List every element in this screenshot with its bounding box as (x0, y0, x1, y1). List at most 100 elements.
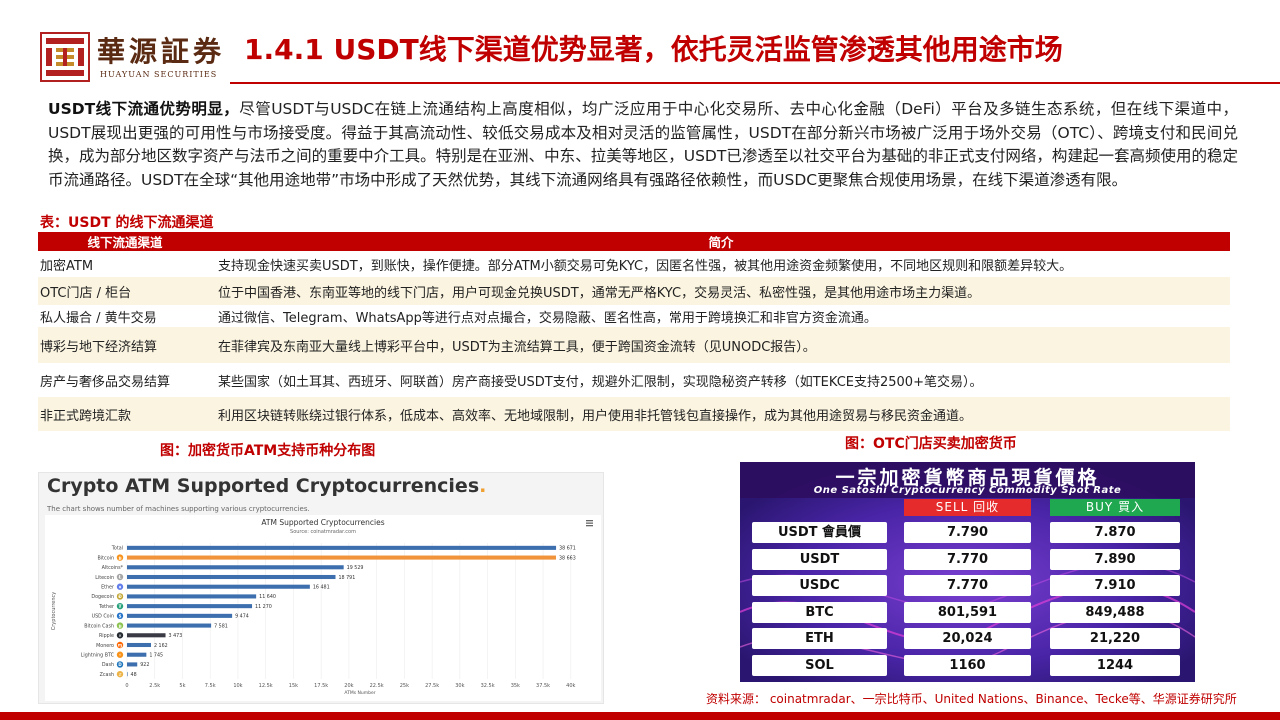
otc-price-board: 一宗加密貨幣商品現貨價格 One Satoshi Cryptocurrency … (740, 462, 1195, 682)
atm-bar (127, 565, 344, 570)
atm-x-tick-label: 2.5k (149, 683, 160, 689)
intro-lead: USDT线下流通优势明显， (48, 100, 240, 118)
otc-row-name: ETH (752, 628, 887, 649)
figure-caption-otc: 图：OTC门店买卖加密货币 (845, 436, 1017, 452)
otc-row-buy: 7.870 (1050, 522, 1180, 543)
otc-row-name: USDC (752, 575, 887, 596)
atm-category-label: Bitcoin (98, 555, 114, 561)
atm-x-tick-label: 20k (344, 683, 353, 689)
atm-bar-value-label: 19 529 (347, 565, 364, 571)
otc-row-sell: 7.770 (904, 575, 1031, 596)
atm-category-label: Lightning BTC (81, 653, 115, 659)
otc-buy-header: BUY 買入 (1050, 499, 1180, 516)
intro-paragraph: USDT线下流通优势明显，尽管USDT与USDC在链上流通结构上高度相似，均广泛… (48, 98, 1238, 192)
atm-x-tick-label: 27.5k (425, 683, 439, 689)
atm-bar (127, 584, 310, 589)
atm-bar (127, 633, 166, 638)
atm-category-label: USD Coin (92, 614, 114, 620)
source-note: 资料来源： coinatmradar、一宗比特币、United Nations、… (706, 692, 1237, 706)
table-header-row: 线下流通渠道 简介 (38, 232, 1230, 251)
atm-bar (127, 613, 233, 618)
atm-x-tick-label: 37.5k (536, 683, 550, 689)
table-caption: 表：USDT 的线下流通渠道 (40, 215, 214, 231)
otc-row-name: SOL (752, 654, 887, 676)
atm-x-tick-label: 10k (233, 683, 242, 689)
atm-bar (127, 642, 151, 648)
coin-icon-glyph: $ (119, 614, 122, 619)
otc-row-sell: 20,024 (904, 628, 1031, 649)
coin-icon-glyph: ℤ (118, 672, 121, 677)
table-cell-channel: 非正式跨境汇款 (38, 397, 212, 431)
otc-row-buy: 7.910 (1050, 575, 1180, 596)
atm-bar-value-label: 2 162 (154, 643, 168, 649)
table-cell-channel: 房产与奢侈品交易结算 (38, 363, 212, 397)
atm-category-label: Litecoin (95, 575, 114, 581)
bottom-bar (0, 712, 1280, 720)
atm-x-tick-label: 22.5k (370, 683, 384, 689)
atm-bar-value-label: 38 663 (559, 555, 576, 561)
atm-x-tick-label: 7.5k (205, 683, 216, 689)
atm-chart-title: ATM Supported Cryptocurrencies (261, 518, 384, 527)
table-cell-desc: 支持现金快速买卖USDT，到账快，操作便捷。部分ATM小额交易可免KYC，因匿名… (212, 251, 1230, 277)
otc-row-name: BTC (752, 601, 887, 623)
coin-icon-glyph: ✕ (118, 633, 121, 638)
atm-category-label: Zcash (100, 672, 114, 678)
figure-caption-atm: 图：加密货币ATM支持币种分布图 (160, 443, 376, 459)
atm-bar-value-label: 7 581 (214, 623, 228, 629)
page-title: 1.4.1 USDT线下渠道优势显著，依托灵活监管渗透其他用途市场 (244, 33, 1063, 66)
atm-category-label: Altcoins* (102, 565, 124, 571)
otc-row-sell: 801,591 (904, 601, 1031, 623)
atm-bar (127, 574, 336, 580)
coin-icon-glyph: ♦ (118, 584, 122, 589)
channels-table: 线下流通渠道 简介 加密ATM 支持现金快速买卖USDT，到账快，操作便捷。部分… (38, 232, 1230, 431)
table-row: 博彩与地下经济结算 在菲律宾及东南亚大量线上博彩平台中，USDT为主流结算工具，… (38, 327, 1230, 363)
atm-category-label: Ripple (99, 633, 114, 639)
otc-row-buy: 849,488 (1050, 601, 1180, 623)
table-cell-desc: 位于中国香港、东南亚等地的线下门店，用户可现金兑换USDT，通常无严格KYC，交… (212, 277, 1230, 305)
atm-chart-heading: Crypto ATM Supported Cryptocurrencies. (47, 475, 486, 497)
atm-category-label: Ether (101, 585, 114, 591)
atm-bar-value-label: 16 481 (313, 585, 330, 591)
table-header-desc: 简介 (212, 232, 1230, 251)
logo-text-en: HUAYUAN SECURITIES (100, 70, 218, 79)
otc-title-en: One Satoshi Cryptocurrency Commodity Spo… (813, 485, 1122, 496)
table-row: 私人撮合 / 黄牛交易 通过微信、Telegram、WhatsApp等进行点对点… (38, 305, 1230, 327)
otc-row-buy: 1244 (1050, 654, 1180, 676)
otc-row-sell: 7.770 (904, 548, 1031, 570)
atm-bar-value-label: 11 640 (259, 594, 276, 600)
atm-bar (127, 594, 257, 599)
otc-sell-header: SELL 回收 (904, 499, 1031, 516)
atm-bar (127, 545, 557, 550)
atm-heading-text: Crypto ATM Supported Cryptocurrencies (47, 475, 480, 497)
atm-x-axis-label: ATMs Number (344, 690, 375, 696)
table-cell-desc: 在菲律宾及东南亚大量线上博彩平台中，USDT为主流结算工具，便于跨国资金流转（见… (212, 327, 1230, 363)
atm-chart-area: ATM Supported Cryptocurrencies Source: co… (45, 515, 601, 701)
atm-bar-value-label: 922 (140, 662, 149, 668)
otc-row-buy: 21,220 (1050, 628, 1180, 649)
table-cell-channel: 加密ATM (38, 251, 212, 277)
table-cell-desc: 利用区块链转账绕过银行体系，低成本、高效率、无地域限制，用户使用非托管钱包直接操… (212, 397, 1230, 431)
atm-bar (127, 662, 138, 667)
otc-row-name: USDT 會員價 (752, 522, 887, 543)
atm-x-tick-label: 15k (289, 683, 298, 689)
atm-category-label: Bitcoin Cash (84, 623, 114, 629)
atm-bar-value-label: 9 474 (235, 614, 249, 620)
atm-category-label: Total (111, 546, 123, 552)
table-cell-channel: 博彩与地下经济结算 (38, 327, 212, 363)
atm-x-tick-label: 5k (179, 683, 185, 689)
coin-icon-glyph: ₮ (119, 604, 122, 609)
atm-bar-value-label: 3 473 (169, 633, 183, 639)
atm-bar-value-label: 1 745 (149, 653, 163, 659)
atm-x-tick-label: 32.5k (481, 683, 495, 689)
otc-row-sell: 1160 (904, 654, 1031, 676)
huayuan-logo-icon (40, 32, 90, 82)
atm-x-tick-label: 12.5k (259, 683, 273, 689)
menu-icon[interactable] (586, 520, 593, 527)
atm-bar-chart: ATM Supported Cryptocurrencies Source: co… (51, 518, 593, 696)
atm-bar (127, 652, 147, 657)
atm-bar (127, 555, 556, 560)
atm-chart-subtitle: The chart shows number of machines suppo… (47, 505, 310, 513)
table-cell-channel: 私人撮合 / 黄牛交易 (38, 305, 212, 327)
atm-category-label: Monero (96, 643, 114, 649)
atm-heading-dot: . (479, 475, 487, 497)
